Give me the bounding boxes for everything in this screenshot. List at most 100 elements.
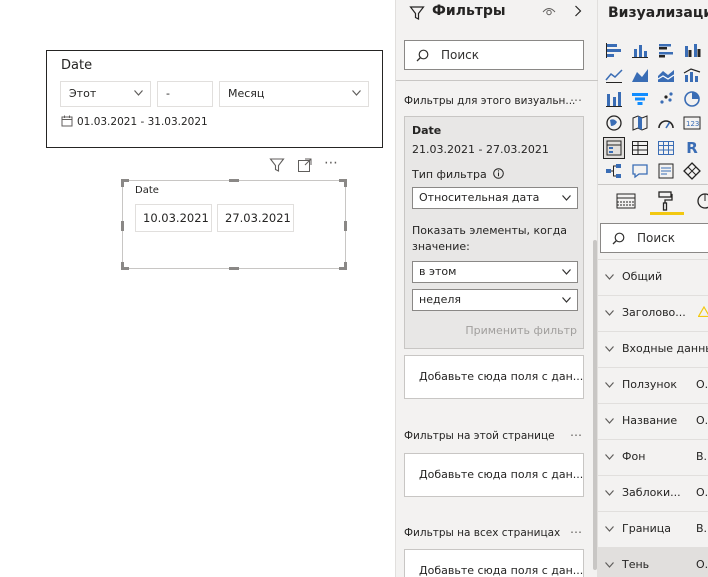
qa-visual-icon[interactable] [630,161,650,181]
format-section-row[interactable]: Заголово... [598,295,708,331]
smart-narrative-icon[interactable] [656,161,676,181]
resize-handle[interactable] [121,179,124,187]
clustered-bar-icon[interactable] [656,40,676,60]
format-section-toggle[interactable]: В. [696,450,707,463]
resize-handle[interactable] [344,262,347,270]
end-date-input[interactable]: 27.03.2021 [217,204,294,232]
filter-card-date[interactable]: Date 21.03.2021 - 27.03.2021 Тип фильтра… [404,116,584,349]
resize-handle[interactable] [121,262,124,270]
viz-search-input[interactable]: Поиск [600,223,708,253]
chevron-down-icon [134,90,143,96]
period-unit-dropdown[interactable]: Месяц [219,81,369,107]
start-date-input[interactable]: 10.03.2021 [135,204,212,232]
format-section-row[interactable]: Тень О. [598,547,708,577]
format-section-label: Ползунок [622,378,677,391]
filter-type-dropdown[interactable]: Относительная дата [412,187,578,209]
period-count-input[interactable]: - [157,81,213,107]
format-section-toggle[interactable]: О. [696,414,708,427]
calendar-icon [61,115,73,127]
resize-handle[interactable] [344,221,347,231]
filters-title: Фильтры [432,3,506,19]
custom-visual-icon[interactable] [682,161,702,181]
filters-search-input[interactable]: Поиск [404,40,584,70]
slicer-title: Date [61,58,93,73]
format-section-label: Тень [622,558,650,571]
stacked-bar-icon[interactable] [604,40,624,60]
table-icon[interactable] [630,138,650,158]
r-visual-icon[interactable]: R [682,138,702,158]
add-fields-page-dropzone[interactable]: Добавьте сюда поля с дан... [404,453,584,497]
format-section-row[interactable]: Заблоки... О. [598,475,708,511]
chevron-down-icon [562,195,571,201]
format-section-row[interactable]: Фон В. [598,439,708,475]
fields-tab-icon[interactable] [616,191,636,211]
period-mode-value: Этот [69,87,97,100]
chevron-right-icon[interactable] [574,5,582,17]
filter-field-name: Date [412,124,442,137]
format-section-row[interactable]: Входные данные [598,331,708,367]
filter-icon[interactable] [269,157,285,177]
slicer-icon[interactable] [603,137,625,159]
format-paint-roller-icon[interactable] [655,191,675,211]
pie-chart-icon[interactable] [682,89,702,109]
warning-icon [698,306,708,317]
add-fields-visual-dropzone[interactable]: Добавьте сюда поля с дан... [404,355,584,399]
format-section-toggle[interactable]: О. [696,558,708,571]
matrix-icon[interactable] [656,138,676,158]
chevron-down-icon [605,526,614,532]
decomposition-tree-icon[interactable] [604,161,624,181]
date-range-text: 01.03.2021 - 31.03.2021 [77,116,208,128]
period-unit-value: Месяц [228,87,265,100]
divider [598,184,708,185]
format-section-row[interactable]: Общий [598,259,708,295]
info-icon[interactable] [493,168,505,179]
format-section-toggle[interactable]: В. [696,522,707,535]
more-options-icon[interactable]: ⋯ [570,428,583,442]
more-options-icon[interactable]: ⋯ [570,93,583,107]
period-mode-dropdown[interactable]: Этот [60,81,151,107]
format-section-row[interactable]: Название О. [598,403,708,439]
resize-handle[interactable] [344,179,347,187]
stacked-area-icon[interactable] [656,65,676,85]
more-options-icon[interactable]: ⋯ [324,155,339,171]
clustered-column-icon[interactable] [682,40,702,60]
scatter-icon[interactable] [656,89,676,109]
filled-map-icon[interactable] [630,113,650,133]
ribbon-chart-icon[interactable] [604,89,624,109]
format-section-row[interactable]: Ползунок О. [598,367,708,403]
line-chart-icon[interactable] [604,65,624,85]
apply-filter-button[interactable]: Применить фильтр [465,324,577,337]
page-filters-heading: Фильтры на этой странице [404,430,555,442]
chevron-down-icon [605,346,614,352]
stacked-column-icon[interactable] [630,40,650,60]
scrollbar[interactable] [593,240,597,570]
resize-handle[interactable] [229,179,239,182]
period-dropdown[interactable]: неделя [412,289,578,311]
eye-icon[interactable] [542,6,556,18]
format-section-row[interactable]: Граница В. [598,511,708,547]
gauge-icon[interactable] [656,113,676,133]
format-section-toggle[interactable]: О. [696,486,708,499]
format-section-label: Граница [622,522,672,535]
filter-type-label: Тип фильтра [412,168,505,181]
focus-mode-icon[interactable] [297,157,313,177]
chevron-down-icon [605,274,614,280]
card-icon[interactable]: 123 [682,113,702,133]
area-chart-icon[interactable] [630,65,650,85]
chevron-down-icon [605,562,614,568]
line-column-icon[interactable] [682,65,702,85]
svg-text:123: 123 [686,120,699,128]
format-section-label: Входные данные [622,342,708,355]
map-icon[interactable] [604,113,624,133]
date-slicer-relative[interactable]: Date Этот - Месяц 01.03.2021 - 31.03.202… [46,50,383,148]
more-options-icon[interactable]: ⋯ [570,525,583,539]
analytics-tab-icon[interactable] [695,191,708,211]
resize-handle[interactable] [121,221,124,231]
add-fields-all-pages-dropzone[interactable]: Добавьте сюда поля с дан... [404,549,584,577]
chevron-down-icon [605,490,614,496]
funnel-icon[interactable] [630,89,650,109]
format-section-toggle[interactable]: О. [696,378,708,391]
resize-handle[interactable] [229,267,239,270]
condition-dropdown[interactable]: в этом [412,261,578,283]
date-slicer-between[interactable]: Date 10.03.2021 27.03.2021 [121,179,347,270]
